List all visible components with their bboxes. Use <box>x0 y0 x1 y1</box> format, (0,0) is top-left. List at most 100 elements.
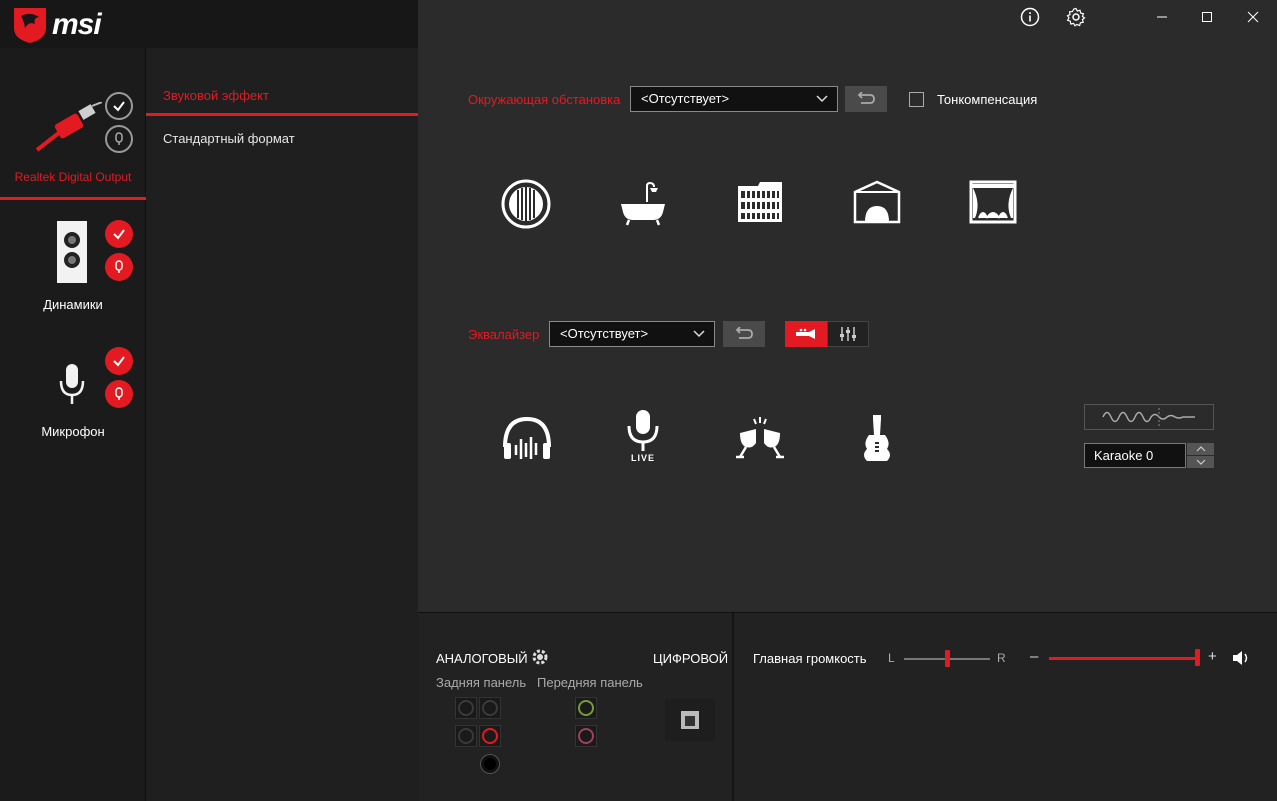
maximize-button[interactable] <box>1195 5 1219 29</box>
device-digital-output[interactable]: Realtek Digital Output <box>0 90 146 200</box>
gear-icon <box>532 649 548 665</box>
default-device-badge[interactable] <box>105 220 133 248</box>
analog-settings-button[interactable] <box>531 648 549 666</box>
brand-name: msi <box>52 8 102 41</box>
device-microphone[interactable]: Микрофон <box>0 345 146 455</box>
rear-panel-label: Задняя панель <box>436 675 527 690</box>
rear-jack[interactable] <box>455 697 477 719</box>
info-button[interactable] <box>1018 5 1042 29</box>
mic-icon <box>115 387 123 400</box>
eq-custom-mode-button[interactable] <box>827 321 869 347</box>
karaoke-increase-button[interactable] <box>1187 443 1214 455</box>
loudness-checkbox[interactable] <box>909 92 924 107</box>
check-icon <box>113 356 125 367</box>
check-icon <box>113 229 125 240</box>
equalizer-select[interactable]: <Отсутствует> <box>549 321 715 347</box>
live-text: LIVE <box>630 453 655 463</box>
environment-select-value: <Отсутствует> <box>641 91 730 106</box>
environment-select[interactable]: <Отсутствует> <box>630 86 838 112</box>
menu-header <box>146 0 418 48</box>
karaoke-waveform <box>1084 404 1214 430</box>
analog-label: АНАЛОГОВЫЙ <box>436 651 528 666</box>
chevron-down-icon <box>693 330 705 338</box>
headphones-icon[interactable] <box>501 413 553 465</box>
minimize-icon <box>1157 16 1167 18</box>
spdif-cable-icon <box>35 102 102 152</box>
device-label: Realtek Digital Output <box>14 170 132 184</box>
default-comm-badge[interactable] <box>105 380 133 408</box>
volume-track[interactable] <box>1049 657 1199 660</box>
bathroom-icon[interactable] <box>617 178 669 230</box>
menu-item-sound-effect[interactable]: Звуковой эффект <box>163 88 269 103</box>
device-label: Микрофон <box>41 424 105 439</box>
connector-panel: АНАЛОГОВЫЙ ЦИФРОВОЙ Задняя панель Передн… <box>418 612 1277 801</box>
eq-preset-mode-button[interactable] <box>785 321 827 347</box>
chevron-up-icon <box>1196 446 1205 452</box>
front-jack-mic[interactable] <box>575 725 597 747</box>
live-mic-icon <box>627 410 659 451</box>
undo-icon <box>735 327 753 339</box>
mic-icon <box>115 260 123 273</box>
minimize-button[interactable] <box>1150 5 1174 29</box>
balance-thumb[interactable] <box>945 650 950 667</box>
info-icon <box>1020 7 1040 27</box>
karaoke-decrease-button[interactable] <box>1187 456 1214 468</box>
chevron-down-icon <box>1196 459 1205 465</box>
front-jack-line[interactable] <box>575 697 597 719</box>
balance-left-label: L <box>888 651 895 665</box>
mute-button[interactable] <box>1231 649 1251 667</box>
loudness-label: Тонкомпенсация <box>937 92 1038 107</box>
equalizer-reset-button[interactable] <box>723 321 765 347</box>
undo-icon <box>857 92 875 104</box>
gear-icon <box>1066 7 1086 27</box>
front-panel-label: Передняя панель <box>537 675 643 690</box>
digital-label: ЦИФРОВОЙ <box>653 651 729 666</box>
volume-thumb[interactable] <box>1195 649 1200 666</box>
msi-logo: msi <box>0 0 146 48</box>
check-icon <box>113 101 125 112</box>
environment-reset-button[interactable] <box>845 86 887 112</box>
msi-dragon-icon <box>14 8 46 43</box>
default-comm-badge[interactable] <box>105 125 133 153</box>
equalizer-select-value: <Отсутствует> <box>560 326 649 341</box>
settings-button[interactable] <box>1064 5 1088 29</box>
close-icon <box>1247 11 1259 23</box>
speaker-icon <box>57 221 87 283</box>
generic-room-icon[interactable] <box>500 178 552 230</box>
device-sidebar: msi Realtek Digital Output Динамики Микр… <box>0 0 146 801</box>
rear-jack-black[interactable] <box>481 755 499 773</box>
menu-item-default-format[interactable]: Стандартный формат <box>163 131 295 146</box>
environment-label: Окружающая обстановка <box>468 92 621 107</box>
sliders-icon <box>840 327 856 341</box>
equalizer-label: Эквалайзер <box>468 327 540 342</box>
spdif-connector[interactable] <box>665 699 715 741</box>
live-mic-preset[interactable]: LIVE <box>617 408 669 466</box>
colosseum-icon[interactable] <box>734 178 786 230</box>
theater-icon[interactable] <box>967 178 1019 230</box>
panel-divider <box>732 613 734 801</box>
default-device-badge[interactable] <box>105 92 133 120</box>
chevron-down-icon <box>816 95 828 103</box>
device-selected-indicator <box>0 197 146 200</box>
karaoke-value: Karaoke 0 <box>1094 448 1154 463</box>
karaoke-field[interactable]: Karaoke 0 <box>1084 443 1186 468</box>
device-label: Динамики <box>43 297 103 312</box>
trumpet-icon <box>796 328 815 339</box>
maximize-icon <box>1202 12 1212 22</box>
speaker-volume-icon <box>1233 651 1248 665</box>
default-device-badge[interactable] <box>105 347 133 375</box>
balance-right-label: R <box>997 651 1006 665</box>
default-comm-badge[interactable] <box>105 253 133 281</box>
rear-jack[interactable] <box>479 697 501 719</box>
guitar-icon[interactable] <box>851 413 903 465</box>
volume-minus-label[interactable]: – <box>1030 648 1038 665</box>
stage-icon[interactable] <box>851 178 903 230</box>
optical-port-icon <box>681 711 699 729</box>
volume-plus-label[interactable]: + <box>1208 648 1217 665</box>
rear-jack-active[interactable] <box>479 725 501 747</box>
party-icon[interactable] <box>734 413 786 465</box>
close-button[interactable] <box>1241 5 1265 29</box>
rear-jack[interactable] <box>455 725 477 747</box>
device-speakers[interactable]: Динамики <box>0 215 146 325</box>
main-volume-label: Главная громкость <box>753 651 867 666</box>
